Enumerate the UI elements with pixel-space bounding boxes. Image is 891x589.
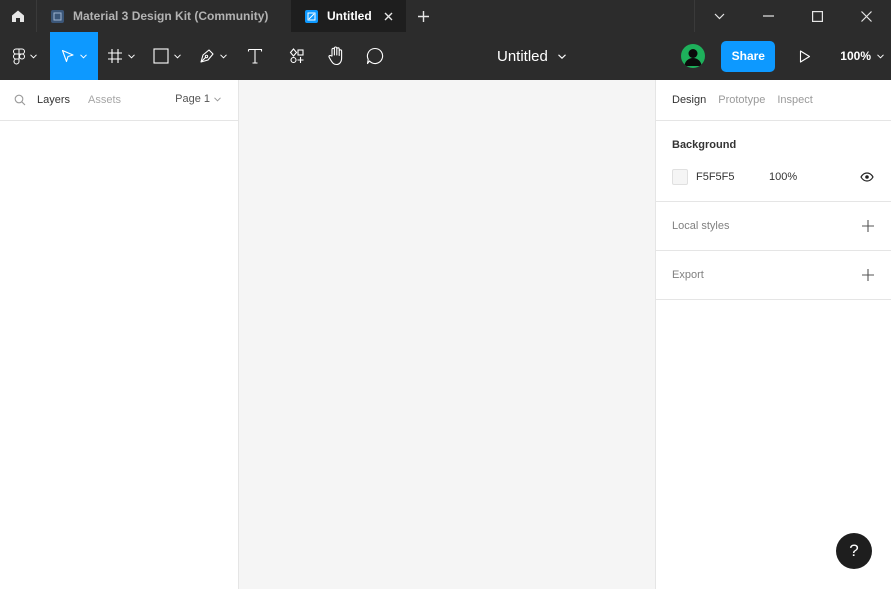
move-tool-button[interactable] xyxy=(50,32,98,80)
chevron-down-icon xyxy=(220,53,227,59)
rectangle-icon xyxy=(153,48,169,64)
background-fill-row: F5F5F5 100% xyxy=(672,168,875,186)
chevron-down-icon xyxy=(214,96,221,102)
comment-icon xyxy=(366,47,384,65)
home-icon xyxy=(12,10,24,22)
resources-button[interactable] xyxy=(274,32,319,80)
minimize-icon xyxy=(763,15,774,17)
figma-file-icon xyxy=(51,9,64,23)
tab-prototype[interactable]: Prototype xyxy=(718,94,765,106)
help-button[interactable]: ? xyxy=(836,533,872,569)
right-panel: Design Prototype Inspect Background F5F5… xyxy=(655,80,891,589)
chevron-down-icon xyxy=(877,53,884,59)
resources-icon xyxy=(289,48,304,64)
chevron-down-icon xyxy=(174,53,181,59)
tab-list-button[interactable] xyxy=(695,0,744,32)
tab-layers[interactable]: Layers xyxy=(37,94,70,106)
chevron-down-icon xyxy=(557,53,566,59)
add-export-plus-icon[interactable] xyxy=(861,268,875,282)
avatar[interactable] xyxy=(681,44,706,68)
zoom-menu[interactable]: 100% xyxy=(840,49,884,63)
canvas[interactable] xyxy=(239,80,656,589)
local-styles-label: Local styles xyxy=(672,220,730,232)
present-button[interactable] xyxy=(797,48,813,64)
hand-tool-button[interactable] xyxy=(319,32,353,80)
document-title[interactable]: Untitled xyxy=(497,32,566,80)
chevron-down-icon xyxy=(30,53,37,59)
text-icon xyxy=(247,48,263,64)
hand-icon xyxy=(328,46,343,66)
toolbar: Untitled Share 100% xyxy=(0,32,891,80)
page-selector[interactable]: Page 1 xyxy=(175,93,221,105)
left-panel-header: Layers Assets Page 1 xyxy=(0,80,238,121)
export-label: Export xyxy=(672,269,704,281)
page-selector-label: Page 1 xyxy=(175,93,210,105)
pen-tool-button[interactable] xyxy=(190,32,236,80)
add-local-style-plus-icon[interactable] xyxy=(861,219,875,233)
export-section: Export xyxy=(656,251,891,300)
toolbar-right: Share 100% xyxy=(681,32,891,80)
visibility-eye-icon[interactable] xyxy=(859,169,875,185)
main-menu-button[interactable] xyxy=(0,32,50,80)
share-button[interactable]: Share xyxy=(721,40,776,72)
figma-logo-icon xyxy=(13,48,25,64)
tab-inspect[interactable]: Inspect xyxy=(777,94,812,106)
maximize-button[interactable] xyxy=(793,0,842,32)
minimize-button[interactable] xyxy=(744,0,793,32)
right-panel-header: Design Prototype Inspect xyxy=(656,80,891,121)
cursor-arrow-icon xyxy=(61,49,74,63)
plus-icon xyxy=(417,10,429,22)
frame-tool-button[interactable] xyxy=(98,32,144,80)
close-tab-icon[interactable] xyxy=(382,10,394,22)
text-tool-button[interactable] xyxy=(236,32,274,80)
maximize-icon xyxy=(812,10,823,22)
background-opacity-input[interactable]: 100% xyxy=(769,171,859,183)
close-window-button[interactable] xyxy=(842,0,891,32)
user-avatar-icon xyxy=(684,49,702,66)
local-styles-section: Local styles xyxy=(656,202,891,251)
chevron-down-icon xyxy=(128,53,135,59)
zoom-level: 100% xyxy=(840,49,871,63)
frame-icon xyxy=(108,49,122,63)
search-icon[interactable] xyxy=(14,94,26,106)
tab-design[interactable]: Design xyxy=(672,94,706,106)
close-icon xyxy=(861,10,872,22)
tab-untitled[interactable]: Untitled xyxy=(291,0,406,32)
title-bar: Material 3 Design Kit (Community) Untitl… xyxy=(0,0,891,32)
background-hex-input[interactable]: F5F5F5 xyxy=(696,171,769,183)
chevron-down-icon xyxy=(714,13,725,19)
left-panel: Layers Assets Page 1 xyxy=(0,80,239,589)
new-tab-button[interactable] xyxy=(406,0,440,32)
pen-icon xyxy=(200,49,214,63)
play-icon xyxy=(800,49,811,63)
comment-tool-button[interactable] xyxy=(353,32,397,80)
tab-label: Untitled xyxy=(327,9,372,23)
background-color-swatch[interactable] xyxy=(672,169,688,185)
tab-label: Material 3 Design Kit (Community) xyxy=(73,9,269,23)
tab-assets[interactable]: Assets xyxy=(88,94,121,106)
home-button[interactable] xyxy=(0,0,36,32)
figma-file-icon xyxy=(305,9,318,23)
chevron-down-icon xyxy=(80,53,87,59)
background-section: Background F5F5F5 100% xyxy=(656,121,891,202)
document-title-label: Untitled xyxy=(497,47,548,65)
background-title: Background xyxy=(672,139,737,151)
shape-tool-button[interactable] xyxy=(144,32,190,80)
tab-material-3-design-kit[interactable]: Material 3 Design Kit (Community) xyxy=(36,0,291,32)
window-controls xyxy=(694,0,891,32)
